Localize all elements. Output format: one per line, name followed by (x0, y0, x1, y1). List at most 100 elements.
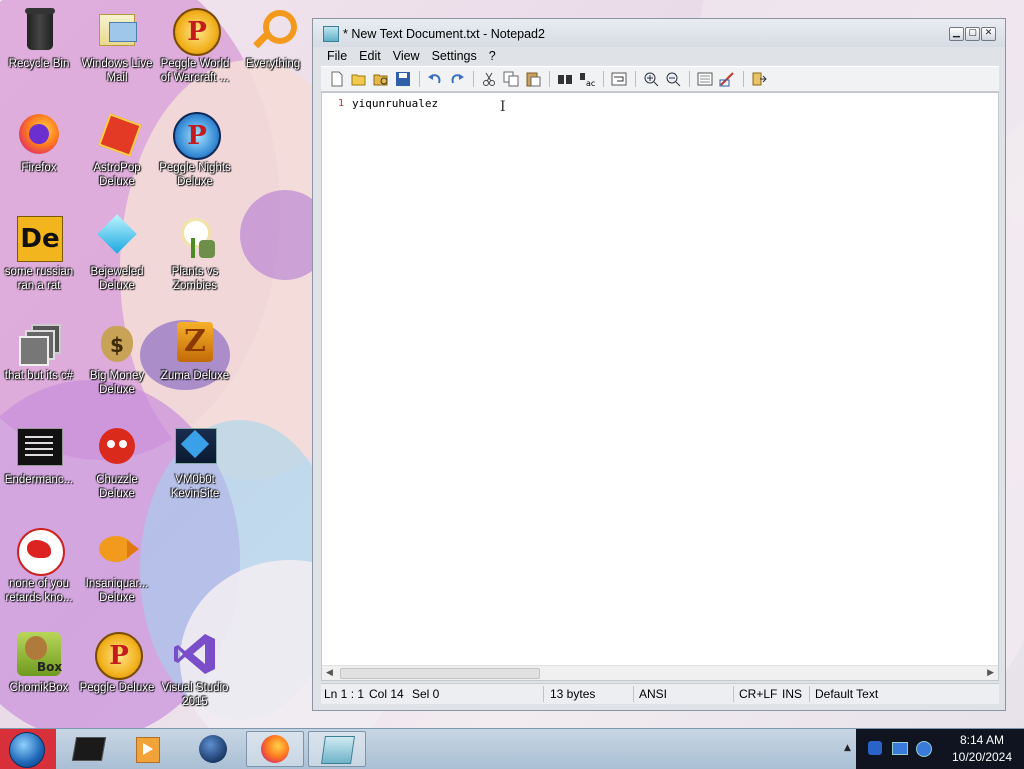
mail-icon (93, 6, 141, 54)
title-bar[interactable]: * New Text Document.txt - Notepad2 ▁ ▢ ✕ (313, 19, 1005, 47)
visual-studio-icon (171, 630, 219, 678)
browse-icon[interactable] (373, 71, 389, 87)
replace-icon[interactable]: ac (579, 71, 595, 88)
scheme-icon[interactable] (697, 71, 713, 87)
word-wrap-icon[interactable] (611, 71, 627, 87)
firefox-icon (261, 735, 289, 763)
find-icon[interactable] (557, 71, 573, 87)
gem-icon (93, 214, 141, 262)
astropop-icon (93, 110, 142, 158)
scroll-left-arrow-icon[interactable]: ◀ (326, 666, 333, 680)
desktop-icon-peggle-wow[interactable]: P Peggle World of Warcraft ... (156, 6, 234, 85)
status-size: 13 bytes (550, 687, 596, 701)
desktop-icon-de[interactable]: De some russian ran a rat (0, 214, 78, 293)
desktop-icon-csharp[interactable]: that but its c# (0, 318, 78, 383)
firefox-icon (15, 110, 63, 158)
undo-icon[interactable] (427, 71, 443, 87)
desktop-icon-big-money[interactable]: $ Big Money Deluxe (78, 318, 156, 397)
scroll-right-arrow-icon[interactable]: ▶ (987, 666, 994, 680)
desktop-icon-bejeweled[interactable]: Bejeweled Deluxe (78, 214, 156, 293)
desktop-icon-peggle-deluxe[interactable]: P Peggle Deluxe (78, 630, 156, 695)
tray-app-icon[interactable] (868, 741, 882, 755)
svg-text:ac: ac (586, 79, 595, 87)
globe-icon (199, 735, 227, 763)
horizontal-scrollbar[interactable]: ◀ ▶ (322, 665, 998, 680)
desktop-icon-chuzzle[interactable]: Chuzzle Deluxe (78, 422, 156, 501)
customize-icon[interactable] (719, 71, 735, 87)
desktop-icon-peggle-nights[interactable]: P Peggle Nights Deluxe (156, 110, 234, 189)
status-column: Col 14 (369, 687, 404, 701)
chuzzle-icon (93, 422, 141, 470)
menu-bar: File Edit View Settings? (321, 47, 502, 65)
status-line-endings[interactable]: CR+LF (739, 687, 777, 701)
scrollbar-thumb[interactable] (340, 668, 540, 679)
status-encoding[interactable]: ANSI (639, 687, 667, 701)
notepad2-window: * New Text Document.txt - Notepad2 ▁ ▢ ✕… (312, 18, 1006, 711)
desktop-icon-recycle-bin[interactable]: Recycle Bin (0, 6, 78, 71)
desktop-icon-firefox[interactable]: Firefox (0, 110, 78, 175)
peggle-icon: P (171, 110, 221, 160)
zoom-in-icon[interactable] (643, 71, 659, 87)
taskbar-globe[interactable] (184, 731, 242, 767)
status-bar: Ln 1 : 1 Col 14 Sel 0 13 bytes ANSI CR+L… (321, 683, 999, 704)
desktop-icon-everything[interactable]: Everything (234, 6, 312, 71)
notepad-icon (323, 26, 339, 42)
copy-icon[interactable] (503, 71, 519, 87)
desktop-icon-endermanc[interactable]: Endermanc... (0, 422, 78, 487)
desktop-icon-zuma[interactable]: Z Zuma Deluxe (156, 318, 234, 383)
desktop-icon-chomikbox[interactable]: Box ChomikBox (0, 630, 78, 695)
status-insert-mode: INS (782, 687, 803, 701)
desktop-icon-vm[interactable]: VM0b0t KevinSite (156, 422, 234, 501)
plant-icon (171, 214, 219, 262)
taskbar-media-player[interactable] (120, 731, 178, 767)
zoom-out-icon[interactable] (665, 71, 681, 87)
desktop-icon-windows-live-mail[interactable]: Windows Live Mail (78, 6, 156, 85)
windows-logo-icon (9, 732, 45, 768)
network-icon[interactable] (916, 741, 932, 757)
desktop-icon-plants-vs-zombies[interactable]: Plants vs Zombies (156, 214, 234, 293)
notepad-icon (321, 736, 355, 764)
recycle-bin-icon (15, 6, 63, 54)
start-button[interactable] (0, 729, 56, 769)
chomikbox-icon: Box (15, 630, 63, 678)
clock-date[interactable]: 10/20/2024 (944, 750, 1020, 764)
desktop-icon-dragon[interactable]: none of you retards kno... (0, 526, 78, 605)
taskbar-firefox[interactable] (246, 731, 304, 767)
money-bag-icon: $ (93, 318, 141, 366)
menu-settings[interactable]: Settings (426, 47, 483, 65)
text-editor[interactable]: 1 yiqunruhualez I ◀ ▶ (321, 92, 999, 681)
console-icon (15, 422, 63, 470)
redo-icon[interactable] (449, 71, 465, 87)
menu-help[interactable]: ? (483, 47, 502, 65)
new-file-icon[interactable] (329, 71, 345, 87)
tray-overflow-arrow-icon[interactable]: ▲ (844, 743, 851, 753)
save-icon[interactable] (395, 71, 411, 87)
menu-view[interactable]: View (387, 47, 426, 65)
close-button[interactable]: ✕ (981, 27, 996, 41)
window-title: * New Text Document.txt - Notepad2 (343, 27, 545, 41)
windows-stack-icon (15, 318, 63, 366)
desktop-icon-insaniquarium[interactable]: Insaniquar... Deluxe (78, 526, 156, 605)
vm-icon (171, 422, 219, 470)
desktop-icon-astropop[interactable]: AstroPop Deluxe (78, 110, 156, 189)
clock-time[interactable]: 8:14 AM (944, 733, 1020, 747)
status-position: Ln 1 : 1 (324, 687, 365, 701)
taskbar: ▲ 8:14 AM 10/20/2024 (0, 728, 1024, 769)
maximize-button[interactable]: ▢ (965, 27, 980, 41)
exit-icon[interactable] (751, 71, 767, 87)
menu-file[interactable]: File (321, 47, 353, 65)
desktop-icon-visual-studio[interactable]: Visual Studio 2015 (156, 630, 234, 709)
zuma-icon: Z (171, 318, 219, 366)
cut-icon[interactable] (481, 71, 497, 87)
editor-content[interactable]: yiqunruhualez (352, 97, 438, 110)
terminal-icon (71, 737, 107, 761)
open-icon[interactable] (351, 71, 367, 87)
minimize-button[interactable]: ▁ (949, 27, 964, 41)
taskbar-notepad2[interactable] (308, 731, 366, 767)
taskbar-terminal[interactable] (60, 731, 118, 767)
status-scheme[interactable]: Default Text (815, 687, 878, 701)
magnifier-icon (249, 6, 297, 54)
paste-icon[interactable] (525, 71, 541, 87)
menu-edit[interactable]: Edit (353, 47, 387, 65)
action-center-icon[interactable] (892, 742, 908, 755)
